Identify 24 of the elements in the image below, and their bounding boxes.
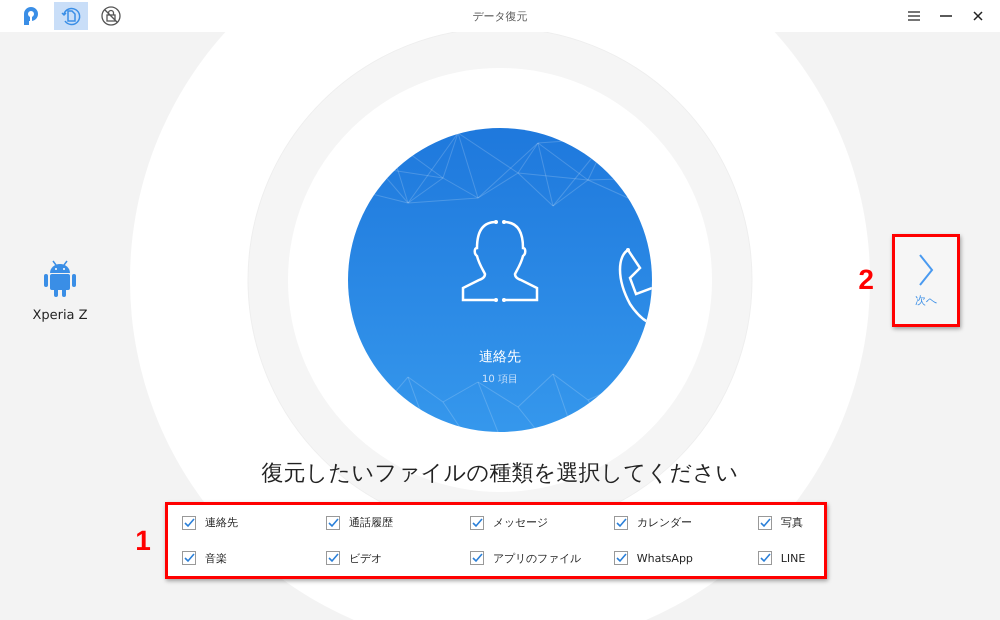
menu-icon [908, 11, 920, 21]
category-label: 連絡先 [479, 348, 521, 366]
annotation-number: 2 [858, 264, 874, 296]
file-type-checkbox[interactable]: 音楽 [182, 550, 326, 566]
file-type-checkbox[interactable]: 連絡先 [182, 515, 326, 530]
file-type-checkbox[interactable]: ビデオ [326, 550, 470, 566]
instruction-heading: 復元したいファイルの種類を選択してください [262, 460, 738, 488]
file-type-checkbox[interactable]: 通話履歴 [326, 515, 470, 530]
chevron-right-icon [918, 252, 934, 286]
file-type-checkbox[interactable]: 写真 [758, 515, 902, 530]
file-type-checkbox[interactable]: LINE [758, 551, 902, 566]
item-count: 10 項目 [482, 373, 518, 386]
lock-icon [100, 5, 122, 27]
file-type-checkbox[interactable]: カレンダー [614, 515, 758, 530]
annotation-number: 1 [135, 524, 151, 556]
file-type-checkbox[interactable]: WhatsApp [614, 551, 758, 566]
restore-document-icon [60, 5, 82, 27]
window-title: データ復元 [472, 8, 528, 24]
file-type-checkbox[interactable]: アプリのファイル [470, 550, 614, 566]
file-type-checkbox[interactable]: メッセージ [470, 515, 614, 530]
device-name: Xperia Z [32, 308, 88, 322]
minimize-icon [940, 15, 952, 17]
android-icon [43, 258, 77, 298]
close-icon [973, 11, 983, 21]
